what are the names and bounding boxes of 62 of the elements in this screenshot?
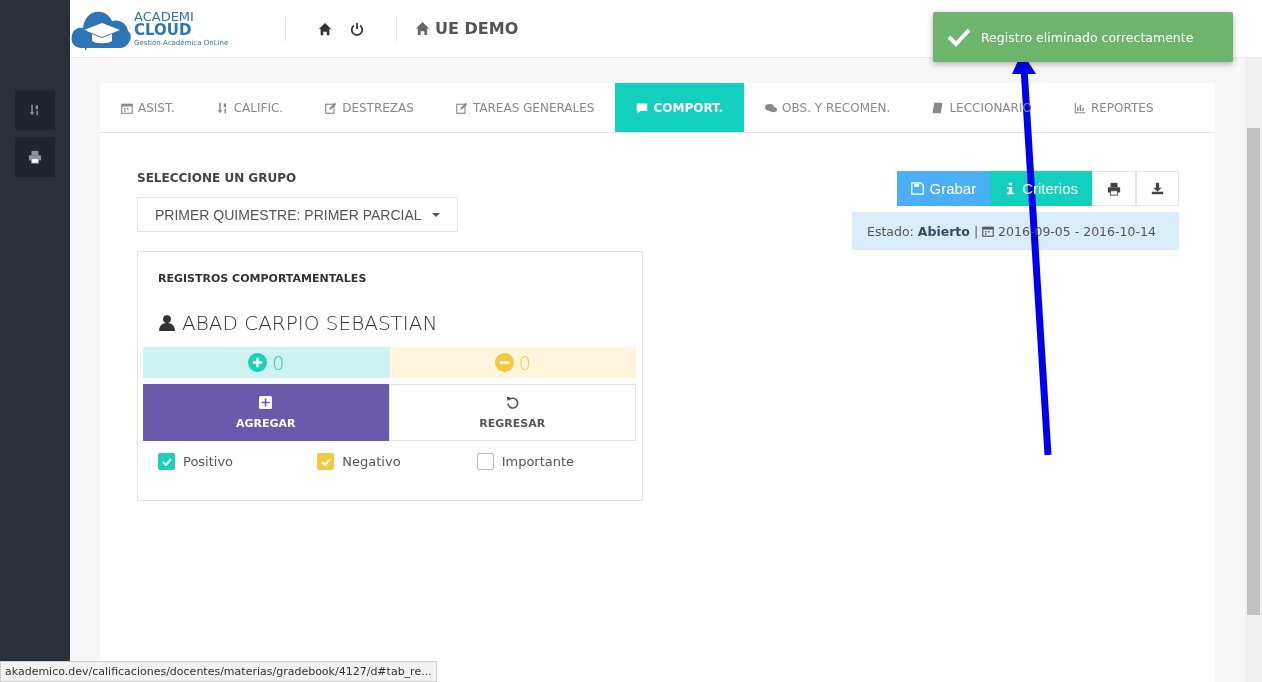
edit-icon bbox=[325, 101, 338, 114]
separator: | bbox=[973, 223, 979, 239]
print-icon bbox=[28, 150, 42, 164]
checkbox-option[interactable]: Importante bbox=[476, 453, 636, 470]
comments-icon bbox=[765, 101, 778, 114]
bar-chart-icon bbox=[1073, 101, 1086, 114]
download-button[interactable] bbox=[1136, 171, 1179, 206]
minus-circle-icon bbox=[494, 353, 514, 372]
tab[interactable]: DESTREZAS bbox=[304, 83, 435, 132]
calendar-icon bbox=[121, 101, 133, 114]
checkbox-option[interactable]: Positivo bbox=[158, 453, 318, 470]
tab[interactable]: COMPORT. bbox=[615, 83, 745, 132]
check-icon bbox=[947, 27, 971, 47]
status-label: Estado: bbox=[867, 223, 914, 239]
add-button[interactable]: AGREGAR bbox=[143, 384, 389, 441]
group-dropdown[interactable]: PRIMER QUIMESTRE: PRIMER PARCIAL bbox=[137, 197, 458, 232]
check-icon bbox=[320, 457, 331, 466]
download-icon bbox=[1151, 182, 1164, 195]
home-icon bbox=[318, 21, 332, 36]
home-button[interactable] bbox=[318, 21, 332, 36]
user-icon bbox=[158, 314, 176, 332]
tab[interactable]: TAREAS GENERALES bbox=[434, 83, 616, 132]
sort-icon bbox=[29, 104, 41, 116]
power-icon bbox=[350, 21, 364, 36]
comment-icon bbox=[636, 101, 649, 114]
tab[interactable]: REPORTES bbox=[1052, 83, 1175, 132]
status-url: akademico.dev/calificaciones/docentes/materias/gradebook/4127/d#tab_re... bbox=[0, 661, 437, 682]
sort-icon bbox=[216, 101, 229, 114]
check-icon bbox=[161, 457, 172, 466]
print-button[interactable] bbox=[15, 137, 55, 177]
logo-text: ACADEMI bbox=[134, 10, 195, 23]
print-icon bbox=[1107, 181, 1121, 196]
scrollbar[interactable] bbox=[1245, 58, 1262, 682]
undo-icon bbox=[505, 395, 519, 409]
power-button[interactable] bbox=[350, 21, 364, 36]
print-button[interactable] bbox=[1092, 171, 1136, 206]
checkbox-option[interactable]: Negativo bbox=[317, 453, 477, 470]
positive-count: 0 bbox=[272, 351, 285, 374]
caret-icon bbox=[431, 212, 440, 217]
school-name: UE DEMO bbox=[435, 19, 519, 38]
negative-count: 0 bbox=[518, 351, 531, 374]
logo-text: CLOUD bbox=[134, 23, 193, 38]
plus-square-icon bbox=[259, 395, 273, 409]
save-button[interactable]: Grabar bbox=[897, 171, 991, 206]
checkbox[interactable] bbox=[158, 453, 175, 470]
calendar-icon bbox=[982, 225, 995, 237]
edit-icon bbox=[455, 101, 468, 114]
card-title: REGISTROS COMPORTAMENTALES bbox=[157, 272, 368, 285]
checkbox[interactable] bbox=[317, 453, 335, 470]
toast-message: Registro eliminado correctamente bbox=[981, 29, 1194, 45]
checkbox[interactable] bbox=[476, 453, 494, 470]
back-button[interactable]: REGRESAR bbox=[388, 384, 636, 441]
save-icon bbox=[911, 182, 925, 195]
book-icon bbox=[932, 101, 945, 114]
home-icon bbox=[415, 21, 430, 36]
tab[interactable]: CALIFIC. bbox=[195, 83, 305, 132]
status-value: Abierto bbox=[917, 223, 970, 239]
tab[interactable]: ASIST. bbox=[100, 83, 196, 132]
tab[interactable]: OBS. Y RECOMEN. bbox=[744, 83, 912, 132]
group-label: SELECCIONE UN GRUPO bbox=[137, 171, 298, 185]
student-name: ABAD CARPIO SEBASTIAN bbox=[182, 311, 438, 335]
plus-circle-icon bbox=[248, 353, 268, 372]
